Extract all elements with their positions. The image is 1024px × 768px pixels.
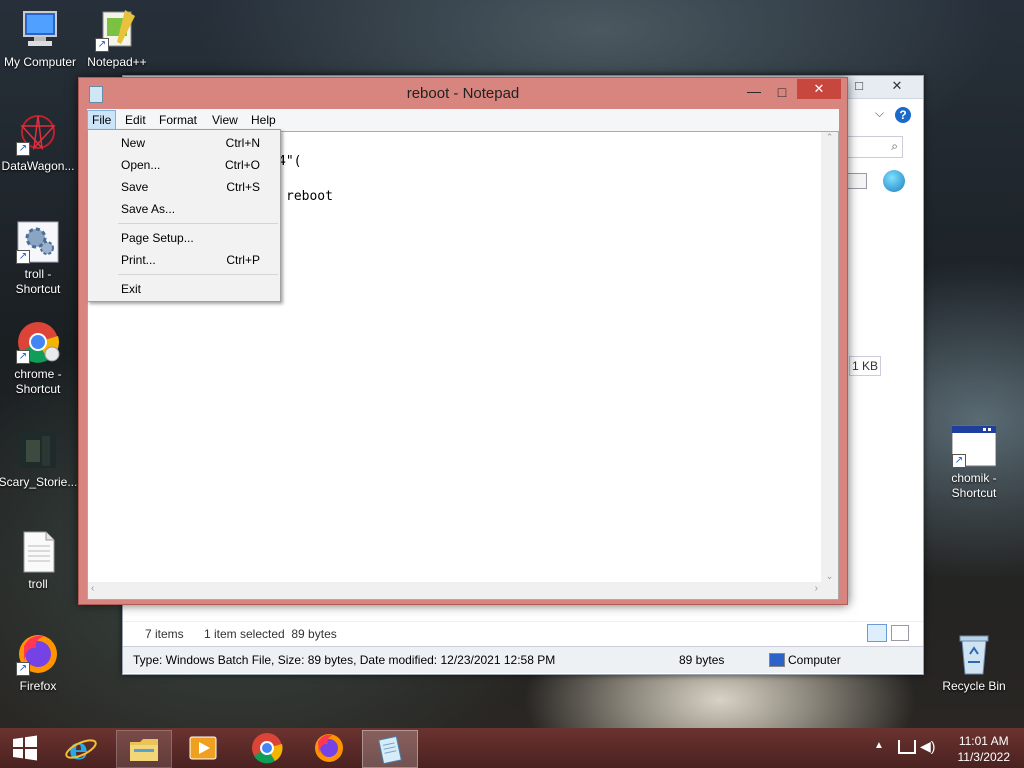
window-title: reboot - Notepad (406, 85, 520, 102)
text-line-1: 4"( (278, 154, 302, 169)
clock-date: 11/3/2022 (957, 750, 1011, 764)
explorer-details-bar: Type: Windows Batch File, Size: 89 bytes… (123, 646, 923, 673)
taskbar-file-explorer[interactable] (116, 730, 172, 768)
menu-item-exit[interactable]: Exit (88, 278, 280, 300)
explorer-maximize-button[interactable]: □ (849, 76, 869, 96)
minimize-button[interactable]: — (741, 82, 767, 102)
taskbar-notepad[interactable] (362, 730, 418, 768)
taskbar-internet-explorer[interactable]: e (54, 730, 108, 767)
menu-separator (118, 274, 278, 275)
file-size-cell: 1 KB (849, 356, 881, 376)
file-menu-dropdown: New Ctrl+N Open... Ctrl+O Save Ctrl+S Save … (87, 129, 281, 302)
text-line-2: reboot (286, 189, 333, 204)
preview-globe-icon (883, 170, 905, 192)
help-icon[interactable]: ? (895, 107, 911, 123)
selection-info: 1 item selected 89 bytes (204, 627, 337, 641)
menu-separator (118, 223, 278, 224)
recycle-bin-icon (952, 632, 996, 676)
datawagon-icon: ↗ (16, 112, 60, 156)
desktop-icon-scary-stories[interactable]: Scary_Storie... (0, 428, 78, 490)
shortcut-arrow-icon: ↗ (16, 662, 30, 676)
scroll-right-icon[interactable]: › (815, 583, 818, 594)
vertical-scrollbar[interactable]: ⌃ ⌄ (821, 132, 838, 582)
computer-small-icon (769, 653, 785, 667)
shortcut-arrow-icon: ↗ (16, 142, 30, 156)
scroll-left-icon[interactable]: ‹ (91, 583, 94, 594)
start-button[interactable] (0, 730, 50, 766)
shortcut-arrow-icon: ↗ (952, 454, 966, 468)
firefox-icon (315, 734, 343, 762)
items-count: 7 items (145, 627, 184, 641)
explorer-status-bar: 7 items 1 item selected 89 bytes (123, 621, 923, 646)
menu-edit[interactable]: Edit (121, 111, 150, 129)
shortcut-arrow-icon: ↗ (95, 38, 109, 52)
window-app-icon: ↗ (951, 424, 997, 468)
taskbar: e ▲ ◀) 11:01 AM 11/3/2022 (0, 728, 1024, 768)
desktop-icon-chomik-shortcut[interactable]: ↗ chomik - Shortcut (934, 424, 1014, 501)
maximize-button[interactable]: □ (769, 82, 795, 102)
menu-item-print[interactable]: Print... Ctrl+P (88, 249, 280, 271)
horizontal-scrollbar[interactable]: ‹ › (88, 582, 821, 599)
explorer-close-button[interactable]: ✕ (875, 76, 919, 96)
media-player-icon (189, 736, 217, 760)
volume-icon[interactable]: ◀) (920, 738, 935, 755)
details-size: 89 bytes (679, 653, 725, 667)
network-icon[interactable] (898, 740, 916, 754)
menu-file[interactable]: File (87, 110, 117, 130)
menu-item-save[interactable]: Save Ctrl+S (88, 176, 280, 198)
menu-format[interactable]: Format (155, 111, 201, 129)
explorer-collapse-chevron-icon[interactable]: ⌵ (875, 106, 884, 121)
shortcut-arrow-icon: ↗ (16, 250, 30, 264)
internet-explorer-icon: e (65, 732, 97, 767)
gear-icon: ↗ (16, 220, 60, 264)
firefox-icon: ↗ (16, 632, 60, 676)
desktop-icon-notepad-plus-plus[interactable]: ↗ Notepad++ (77, 8, 157, 70)
large-icons-view-icon[interactable] (891, 625, 909, 641)
file-details-text: Type: Windows Batch File, Size: 89 bytes… (133, 653, 556, 667)
desktop-icon-chrome-shortcut[interactable]: ↗ chrome - Shortcut (0, 320, 78, 397)
desktop-icon-recycle-bin[interactable]: Recycle Bin (934, 632, 1014, 694)
menu-view[interactable]: View (208, 111, 242, 129)
notepad-icon (378, 735, 402, 765)
taskbar-firefox[interactable] (302, 730, 356, 766)
menu-item-page-setup[interactable]: Page Setup... (88, 227, 280, 249)
show-hidden-icons-button[interactable]: ▲ (874, 740, 884, 751)
desktop-icon-troll[interactable]: troll (0, 530, 78, 592)
menu-bar: File Edit Format View Help (87, 109, 839, 131)
document-icon (16, 530, 60, 574)
windows-logo-icon (13, 735, 37, 761)
view-options-icon[interactable] (845, 173, 867, 189)
search-icon: ⌕ (891, 139, 898, 153)
close-button[interactable]: ✕ (797, 79, 841, 99)
clock-time: 11:01 AM (958, 734, 1009, 748)
taskbar-chrome[interactable] (240, 730, 294, 766)
computer-icon (18, 8, 62, 52)
scroll-down-icon[interactable]: ⌄ (821, 571, 838, 582)
menu-item-open[interactable]: Open... Ctrl+O (88, 154, 280, 176)
folder-icon (130, 739, 158, 761)
details-view-icon[interactable] (867, 624, 887, 642)
scroll-up-icon[interactable]: ⌃ (821, 132, 838, 143)
taskbar-media-player[interactable] (176, 730, 230, 766)
shortcut-arrow-icon: ↗ (16, 350, 30, 364)
chrome-icon (252, 733, 283, 764)
explorer-search-box[interactable]: ⌕ (845, 136, 903, 158)
chrome-icon: ↗ (16, 320, 60, 364)
notepadpp-icon: ↗ (95, 8, 139, 52)
image-thumbnail-icon (16, 428, 60, 472)
desktop-icon-troll-shortcut[interactable]: ↗ troll - Shortcut (0, 220, 78, 297)
menu-item-save-as[interactable]: Save As... (88, 198, 280, 220)
menu-help[interactable]: Help (247, 111, 280, 129)
location-label: Computer (788, 653, 841, 667)
menu-item-new[interactable]: New Ctrl+N (88, 132, 280, 154)
desktop-icon-my-computer[interactable]: My Computer (0, 8, 80, 70)
system-clock[interactable]: 11:01 AM 11/3/2022 (958, 733, 1011, 765)
desktop-icon-datawagon[interactable]: ↗ DataWagon... (0, 112, 78, 174)
desktop-icon-firefox[interactable]: ↗ Firefox (0, 632, 78, 694)
scrollbar-corner (821, 582, 838, 599)
